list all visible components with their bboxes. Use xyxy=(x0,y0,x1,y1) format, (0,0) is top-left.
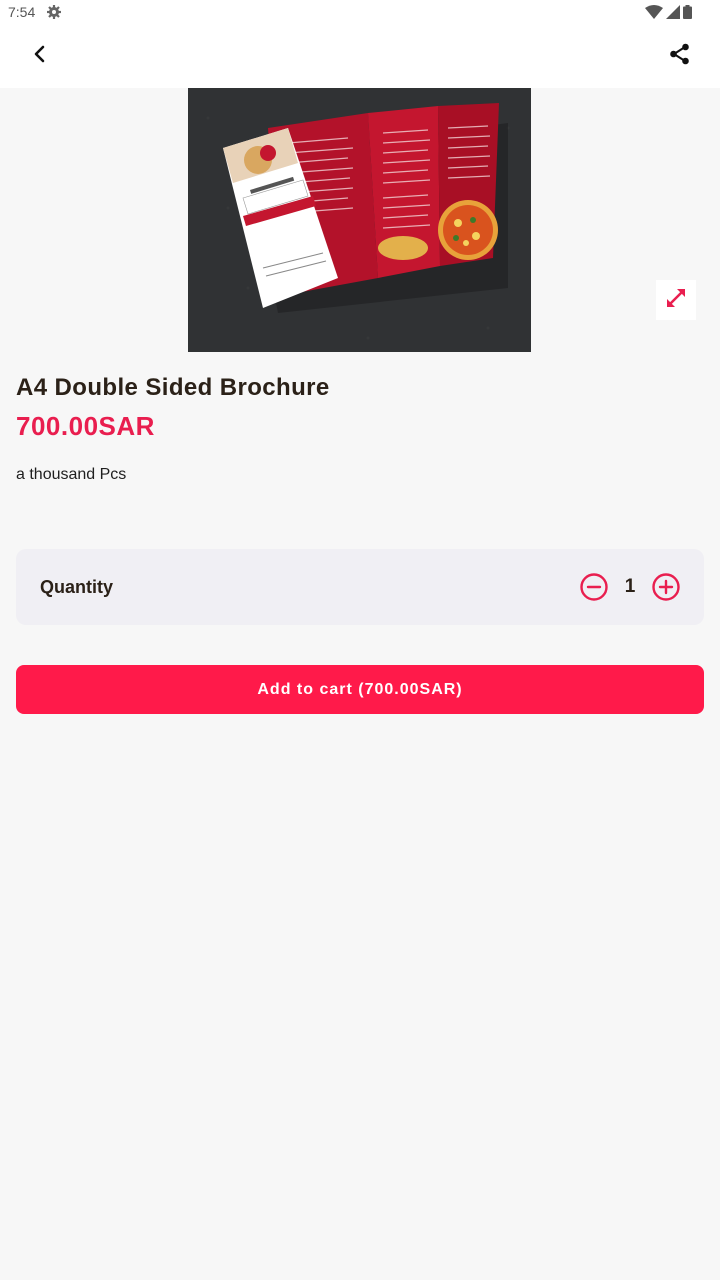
signal-icon xyxy=(666,5,680,19)
share-button[interactable] xyxy=(664,40,696,72)
app-bar xyxy=(0,24,720,88)
battery-icon xyxy=(683,5,692,19)
share-icon xyxy=(669,43,691,70)
status-bar: 7:54 xyxy=(0,0,720,24)
plus-circle-icon xyxy=(652,573,680,601)
add-to-cart-button[interactable]: Add to cart (700.00SAR) xyxy=(16,665,704,714)
quantity-decrease-button[interactable] xyxy=(579,572,609,602)
minus-circle-icon xyxy=(580,573,608,601)
product-price: 700.00SAR xyxy=(16,411,155,441)
expand-image-button[interactable] xyxy=(656,280,696,320)
product-title: A4 Double Sided Brochure xyxy=(16,374,330,401)
quantity-value: 1 xyxy=(624,576,636,597)
product-image[interactable] xyxy=(188,88,531,352)
settings-icon xyxy=(46,4,62,20)
chevron-left-icon xyxy=(32,45,48,68)
status-icons xyxy=(645,4,692,20)
quantity-stepper: Quantity 1 xyxy=(16,549,704,625)
status-time: 7:54 xyxy=(8,4,36,20)
quantity-label: Quantity xyxy=(40,577,114,597)
quantity-increase-button[interactable] xyxy=(651,572,681,602)
wifi-icon xyxy=(645,5,663,19)
back-button[interactable] xyxy=(24,40,56,72)
product-description: a thousand Pcs xyxy=(16,466,127,483)
expand-icon xyxy=(665,287,687,314)
